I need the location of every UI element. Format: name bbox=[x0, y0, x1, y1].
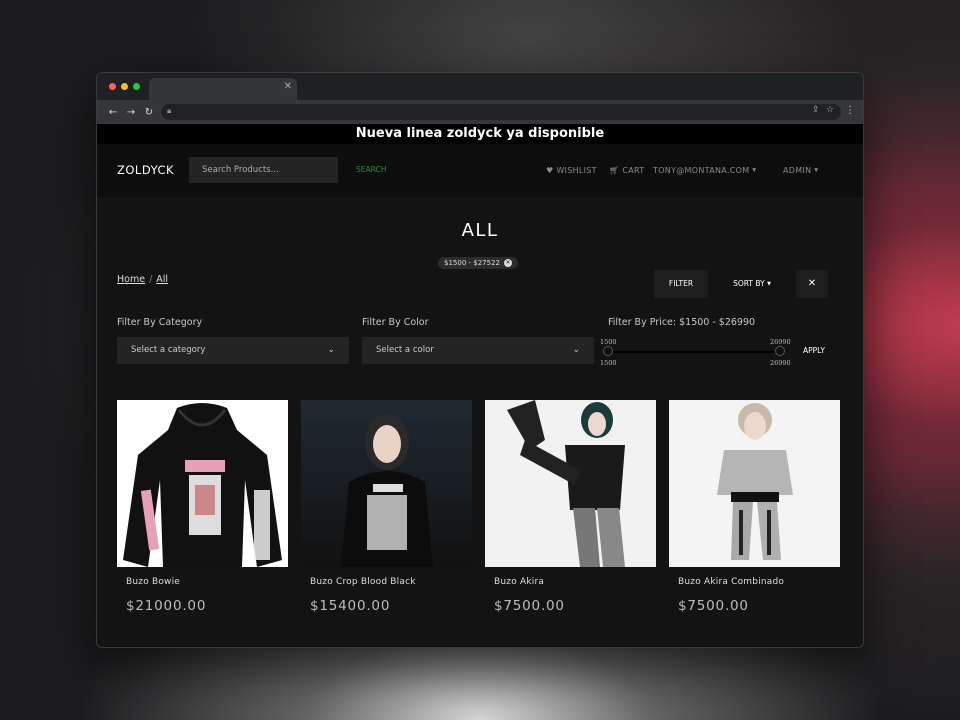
store-page: Nueva linea zoldyck ya disponible ZOLDYC… bbox=[97, 124, 863, 647]
product-price: $7500.00 bbox=[678, 598, 749, 614]
model-photo-illustration bbox=[717, 403, 793, 560]
reload-icon[interactable]: ↻ bbox=[140, 107, 158, 118]
price-slider-track[interactable] bbox=[607, 351, 781, 353]
product-card[interactable]: Buzo Bowie $21000.00 bbox=[117, 400, 288, 614]
browser-menu-icon[interactable]: ⋮ bbox=[845, 105, 855, 116]
announcement-bar: Nueva linea zoldyck ya disponible bbox=[97, 124, 863, 144]
chevron-down-icon: ⌄ bbox=[327, 345, 335, 355]
slider-max-value: 26990 bbox=[770, 338, 791, 346]
sort-by-label: SORT BY bbox=[733, 279, 765, 288]
filter-button[interactable]: FILTER bbox=[654, 270, 708, 298]
slider-max-label: 26990 bbox=[770, 359, 791, 367]
slider-min-value: 1500 bbox=[600, 338, 617, 346]
product-card[interactable]: Buzo Akira $7500.00 bbox=[485, 400, 656, 614]
account-label: TONY@MONTANA.COM bbox=[653, 166, 750, 175]
maximize-window-button[interactable] bbox=[133, 83, 140, 90]
minimize-window-button[interactable] bbox=[121, 83, 128, 90]
cart-link[interactable]: 🛒︎ CART bbox=[609, 166, 644, 175]
search-button[interactable]: SEARCH bbox=[356, 165, 386, 174]
apply-button[interactable]: APPLY bbox=[803, 346, 825, 355]
slider-min-label: 1500 bbox=[600, 359, 617, 367]
search-input[interactable] bbox=[189, 157, 338, 183]
browser-toolbar: ← → ↻ 🔒︎ ⇪ ☆ ⋮ bbox=[97, 100, 863, 124]
admin-menu[interactable]: ADMIN ▼ bbox=[783, 166, 818, 175]
price-filter-label: Filter By Price: $1500 - $26990 bbox=[608, 317, 756, 328]
product-image[interactable] bbox=[117, 400, 288, 567]
product-card[interactable]: Buzo Akira Combinado $7500.00 bbox=[669, 400, 840, 614]
share-icon[interactable]: ⇪ bbox=[812, 105, 820, 115]
breadcrumb: Home / All bbox=[117, 274, 168, 285]
browser-tab-bar: ✕ bbox=[97, 73, 863, 100]
product-image[interactable] bbox=[485, 400, 656, 567]
address-bar[interactable]: 🔒︎ ⇪ ☆ bbox=[161, 104, 841, 120]
chevron-down-icon: ▼ bbox=[767, 281, 771, 287]
category-filter-label: Filter By Category bbox=[117, 317, 203, 328]
account-menu[interactable]: TONY@MONTANA.COM ▼ bbox=[653, 166, 756, 175]
remove-filter-icon[interactable]: ✕ bbox=[504, 259, 512, 267]
price-slider-max-handle[interactable] bbox=[775, 346, 785, 356]
chevron-down-icon: ⌄ bbox=[572, 345, 580, 355]
close-tab-icon[interactable]: ✕ bbox=[284, 81, 292, 92]
browser-tab[interactable]: ✕ bbox=[149, 78, 297, 100]
browser-window: ✕ ← → ↻ 🔒︎ ⇪ ☆ ⋮ Nueva linea zoldyck ya … bbox=[96, 72, 864, 648]
model-photo-illustration bbox=[507, 400, 625, 567]
color-select[interactable]: Select a color ⌄ bbox=[362, 337, 594, 364]
price-filter-chip[interactable]: $1500 - $27522 ✕ bbox=[438, 257, 518, 269]
breadcrumb-home[interactable]: Home bbox=[117, 274, 145, 285]
color-select-value: Select a color bbox=[376, 345, 434, 355]
top-navbar: ZOLDYCK SEARCH ♥ WISHLIST 🛒︎ CART TONY@M… bbox=[97, 144, 863, 197]
cart-icon: 🛒︎ bbox=[609, 166, 620, 175]
product-image[interactable] bbox=[669, 400, 840, 567]
wishlist-label: WISHLIST bbox=[556, 166, 597, 175]
back-arrow-icon[interactable]: ← bbox=[104, 107, 122, 118]
color-filter-label: Filter By Color bbox=[362, 317, 429, 328]
model-photo-illustration bbox=[341, 414, 433, 567]
page-title: ALL bbox=[461, 220, 499, 241]
product-price: $7500.00 bbox=[494, 598, 565, 614]
price-slider-min-handle[interactable] bbox=[603, 346, 613, 356]
lock-icon: 🔒︎ bbox=[167, 106, 172, 115]
product-price: $15400.00 bbox=[310, 598, 391, 614]
wishlist-link[interactable]: ♥ WISHLIST bbox=[546, 166, 597, 175]
product-name[interactable]: Buzo Bowie bbox=[117, 577, 288, 587]
product-name[interactable]: Buzo Akira bbox=[485, 577, 656, 587]
close-window-button[interactable] bbox=[109, 83, 116, 90]
product-image[interactable] bbox=[301, 400, 472, 567]
cart-label: CART bbox=[622, 166, 645, 175]
product-name[interactable]: Buzo Crop Blood Black bbox=[301, 577, 472, 587]
hoodie-illustration bbox=[123, 403, 282, 567]
product-card[interactable]: Buzo Crop Blood Black $15400.00 bbox=[301, 400, 472, 614]
product-name[interactable]: Buzo Akira Combinado bbox=[669, 577, 840, 587]
bookmark-star-icon[interactable]: ☆ bbox=[826, 105, 834, 115]
product-price: $21000.00 bbox=[126, 598, 207, 614]
heart-icon: ♥ bbox=[546, 166, 554, 175]
admin-label: ADMIN bbox=[783, 166, 812, 175]
price-chip-label: $1500 - $27522 bbox=[444, 259, 500, 267]
category-select[interactable]: Select a category ⌄ bbox=[117, 337, 349, 364]
sort-by-button[interactable]: SORT BY ▼ bbox=[723, 270, 781, 298]
forward-arrow-icon[interactable]: → bbox=[122, 107, 140, 118]
breadcrumb-all[interactable]: All bbox=[156, 274, 168, 285]
brand-logo[interactable]: ZOLDYCK bbox=[117, 163, 174, 177]
close-filters-button[interactable]: ✕ bbox=[796, 270, 828, 298]
chevron-down-icon: ▼ bbox=[814, 167, 819, 174]
chevron-down-icon: ▼ bbox=[752, 167, 757, 174]
category-select-value: Select a category bbox=[131, 345, 206, 355]
breadcrumb-separator: / bbox=[149, 274, 153, 285]
